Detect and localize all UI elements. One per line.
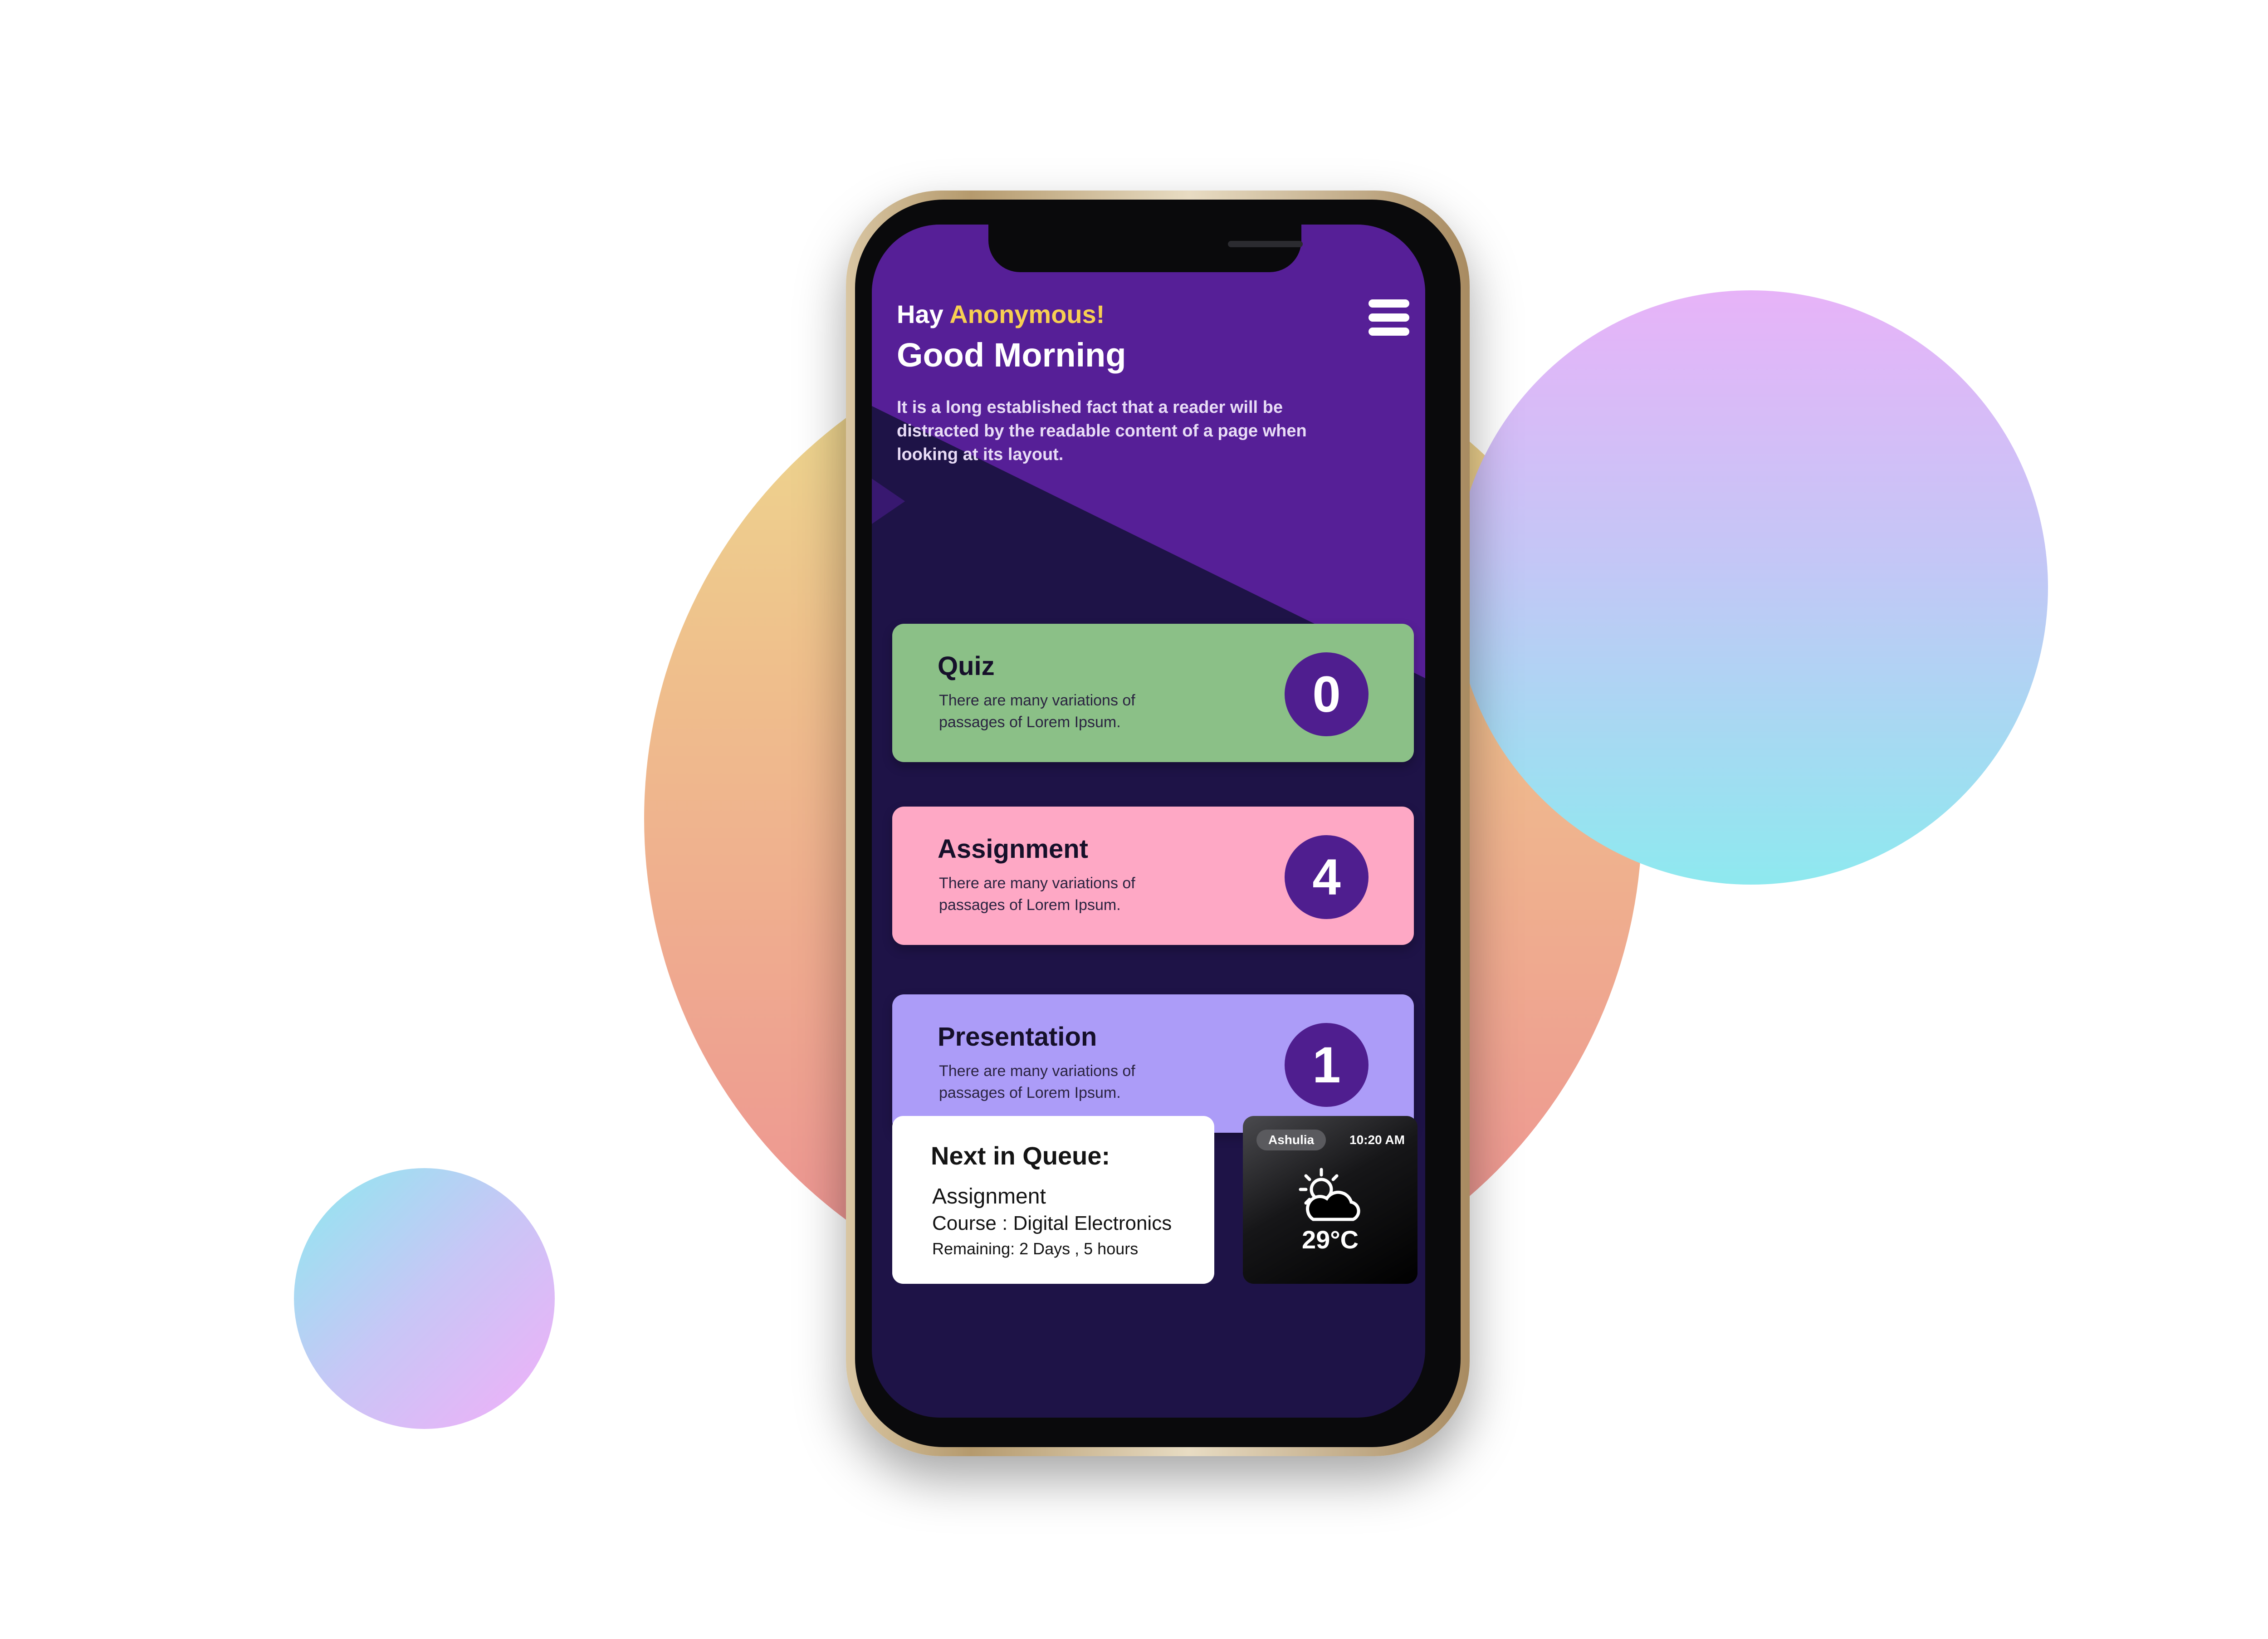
app-screen: Hay Anonymous! Good Morning It is a long… xyxy=(872,225,1425,1418)
presentation-card[interactable]: Presentation There are many variations o… xyxy=(892,994,1414,1133)
weather-widget[interactable]: Ashulia 10:20 AM 29°C xyxy=(1243,1116,1418,1284)
hamburger-menu-icon[interactable] xyxy=(1369,299,1409,336)
assignment-card[interactable]: Assignment There are many variations of … xyxy=(892,807,1414,945)
count-badge: 4 xyxy=(1285,835,1369,919)
queue-remaining: Remaining: 2 Days , 5 hours xyxy=(932,1239,1139,1258)
count-badge: 0 xyxy=(1285,652,1369,736)
queue-item: Assignment xyxy=(932,1184,1046,1208)
greeting-prefix: Hay xyxy=(897,300,943,328)
queue-course: Course : Digital Electronics xyxy=(932,1212,1172,1234)
next-in-queue-card[interactable]: Next in Queue: Assignment Course : Digit… xyxy=(892,1116,1214,1284)
card-description: There are many variations of passages of… xyxy=(939,875,1135,914)
earpiece-speaker xyxy=(1228,241,1303,247)
card-title: Quiz xyxy=(938,651,995,681)
weather-time: 10:20 AM xyxy=(1349,1133,1405,1147)
quiz-card[interactable]: Quiz There are many variations of passag… xyxy=(892,624,1414,762)
card-title: Presentation xyxy=(938,1022,1097,1052)
intro-text: It is a long established fact that a rea… xyxy=(897,398,1307,464)
count-badge: 1 xyxy=(1285,1023,1369,1107)
card-description: There are many variations of passages of… xyxy=(939,1062,1135,1101)
background-bubble-right xyxy=(1454,290,2048,885)
page-title: Good Morning xyxy=(897,336,1126,374)
queue-title: Next in Queue: xyxy=(931,1141,1110,1170)
user-name: Anonymous! xyxy=(949,300,1105,328)
background-bubble-left xyxy=(294,1168,555,1429)
weather-temperature: 29°C xyxy=(1301,1225,1359,1254)
greeting-line: Hay Anonymous! xyxy=(897,299,1105,329)
weather-location: Ashulia xyxy=(1256,1130,1326,1150)
card-description: There are many variations of passages of… xyxy=(939,692,1135,731)
partly-cloudy-icon xyxy=(1299,1168,1360,1221)
phone-notch xyxy=(988,225,1303,272)
phone-frame: Hay Anonymous! Good Morning It is a long… xyxy=(846,191,1470,1456)
card-title: Assignment xyxy=(938,834,1088,864)
